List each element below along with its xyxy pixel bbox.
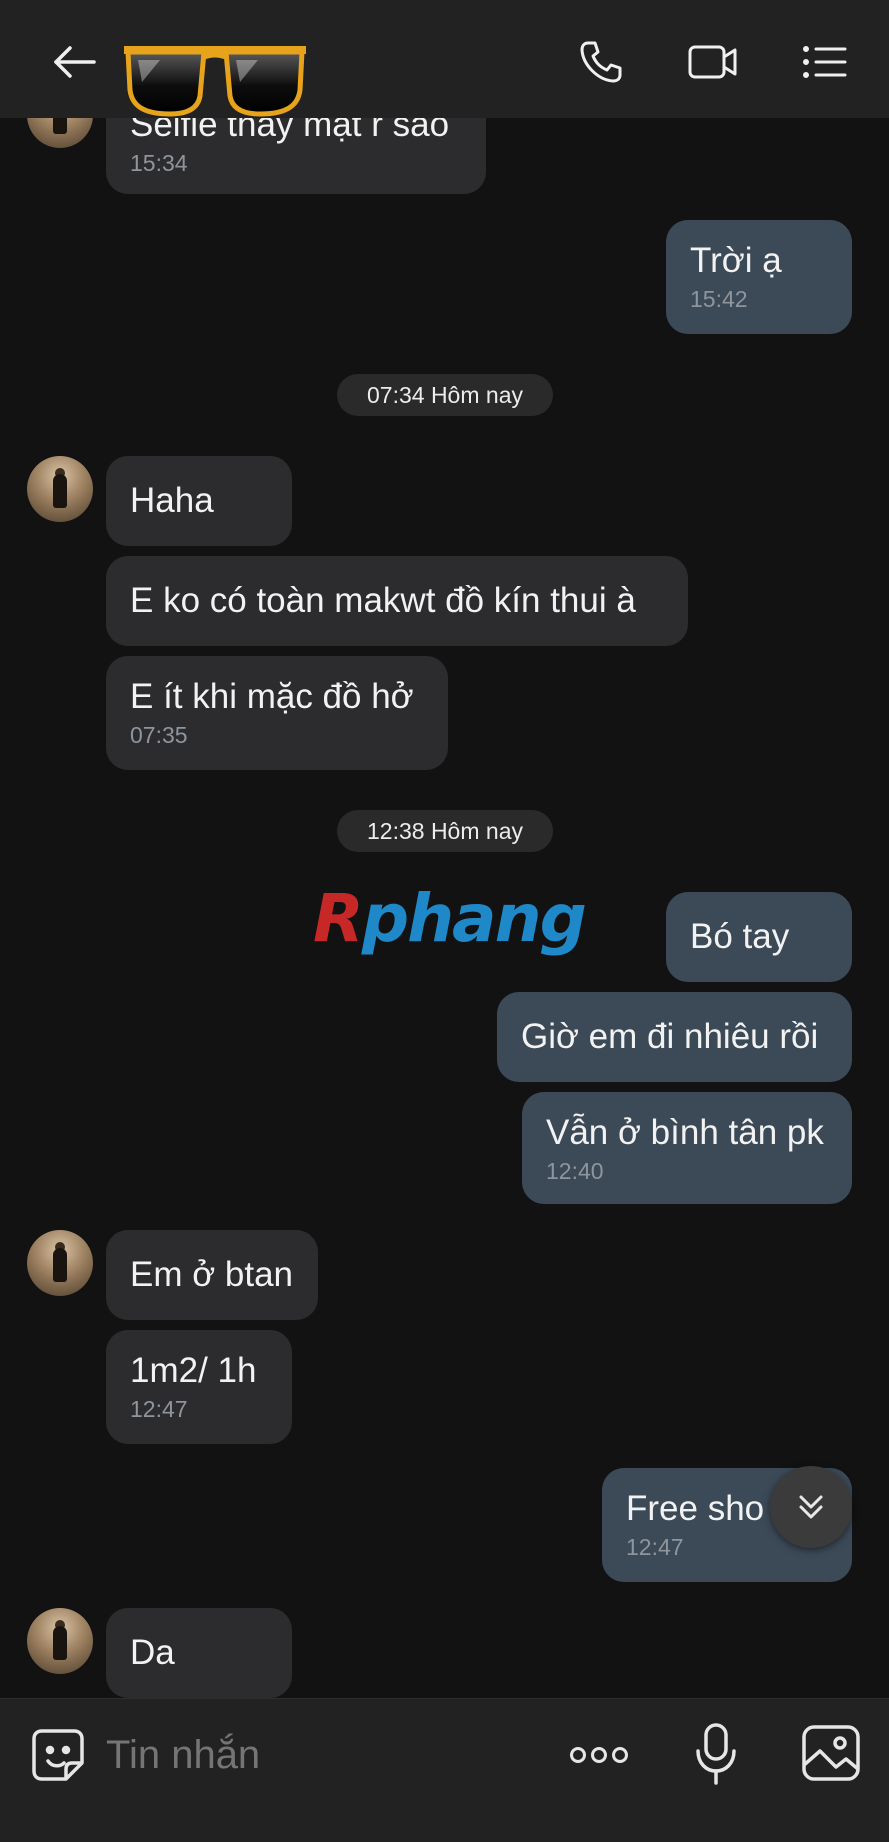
message-bubble-incoming[interactable]: Em ở btan: [106, 1230, 318, 1320]
message-time: 12:40: [546, 1158, 604, 1184]
message-time: 15:34: [130, 150, 188, 176]
message-bubble-incoming[interactable]: E ít khi mặc đồ hở 07:35: [106, 656, 448, 770]
message-text: Bó tay: [690, 917, 790, 956]
watermark-logo: Rphang: [313, 880, 587, 957]
double-chevron-down-icon: [799, 1495, 823, 1519]
arrow-left-icon: [54, 46, 96, 78]
message-time: 12:47: [130, 1396, 188, 1422]
phone-icon: [580, 41, 622, 83]
menu-button[interactable]: [792, 30, 858, 94]
sticker-button[interactable]: [28, 1725, 88, 1785]
message-bubble-incoming[interactable]: 1m2/ 1h 12:47: [106, 1330, 292, 1444]
message-bubble-outgoing[interactable]: Giờ em đi nhiêu rồi: [497, 992, 852, 1082]
message-bubble-incoming[interactable]: Da: [106, 1608, 292, 1698]
back-button[interactable]: [40, 30, 110, 94]
contact-avatar[interactable]: [27, 456, 93, 522]
message-text: Vẫn ở bình tân pk: [546, 1113, 824, 1152]
message-text: E ko có toàn makwt đồ kín thui à: [130, 581, 636, 620]
message-text: E ít khi mặc đồ hở: [130, 677, 414, 716]
sticker-icon: [32, 1729, 84, 1781]
more-options-button[interactable]: [566, 1725, 632, 1785]
message-text: Haha: [130, 481, 214, 520]
message-bubble-incoming[interactable]: Haha: [106, 456, 292, 546]
message-bubble-outgoing[interactable]: Vẫn ở bình tân pk 12:40: [522, 1092, 852, 1204]
date-separator: 12:38 Hôm nay: [337, 810, 553, 852]
message-time: 15:42: [690, 286, 748, 312]
message-input[interactable]: [106, 1719, 546, 1791]
voice-record-button[interactable]: [686, 1721, 746, 1787]
message-text: Em ở btan: [130, 1255, 294, 1294]
message-composer: [0, 1698, 889, 1842]
date-separator: 07:34 Hôm nay: [337, 374, 553, 416]
sunglasses-icon[interactable]: [120, 38, 310, 120]
contact-avatar[interactable]: [27, 1230, 93, 1296]
list-menu-icon: [803, 46, 847, 78]
video-camera-icon: [688, 45, 737, 79]
contact-avatar[interactable]: [27, 1608, 93, 1674]
message-text: Giờ em đi nhiêu rồi: [521, 1017, 819, 1056]
voice-call-button[interactable]: [568, 30, 634, 94]
message-list[interactable]: Selfie thấy mặt r sao 15:34 Trời ạ 15:42…: [0, 0, 889, 1698]
more-dots-icon: [570, 1747, 628, 1763]
message-bubble-outgoing[interactable]: Trời ạ 15:42: [666, 220, 852, 334]
message-text: Trời ạ: [690, 241, 782, 280]
message-text: Da: [130, 1633, 175, 1672]
image-picker-button[interactable]: [800, 1723, 862, 1783]
video-call-button[interactable]: [680, 30, 746, 94]
scroll-to-bottom-button[interactable]: [770, 1466, 852, 1548]
microphone-icon: [696, 1723, 736, 1785]
message-bubble-incoming[interactable]: E ko có toàn makwt đồ kín thui à: [106, 556, 688, 646]
image-icon: [802, 1725, 860, 1781]
message-bubble-outgoing[interactable]: Bó tay: [666, 892, 852, 982]
message-time: 07:35: [130, 722, 188, 748]
message-text: 1m2/ 1h: [130, 1351, 257, 1390]
